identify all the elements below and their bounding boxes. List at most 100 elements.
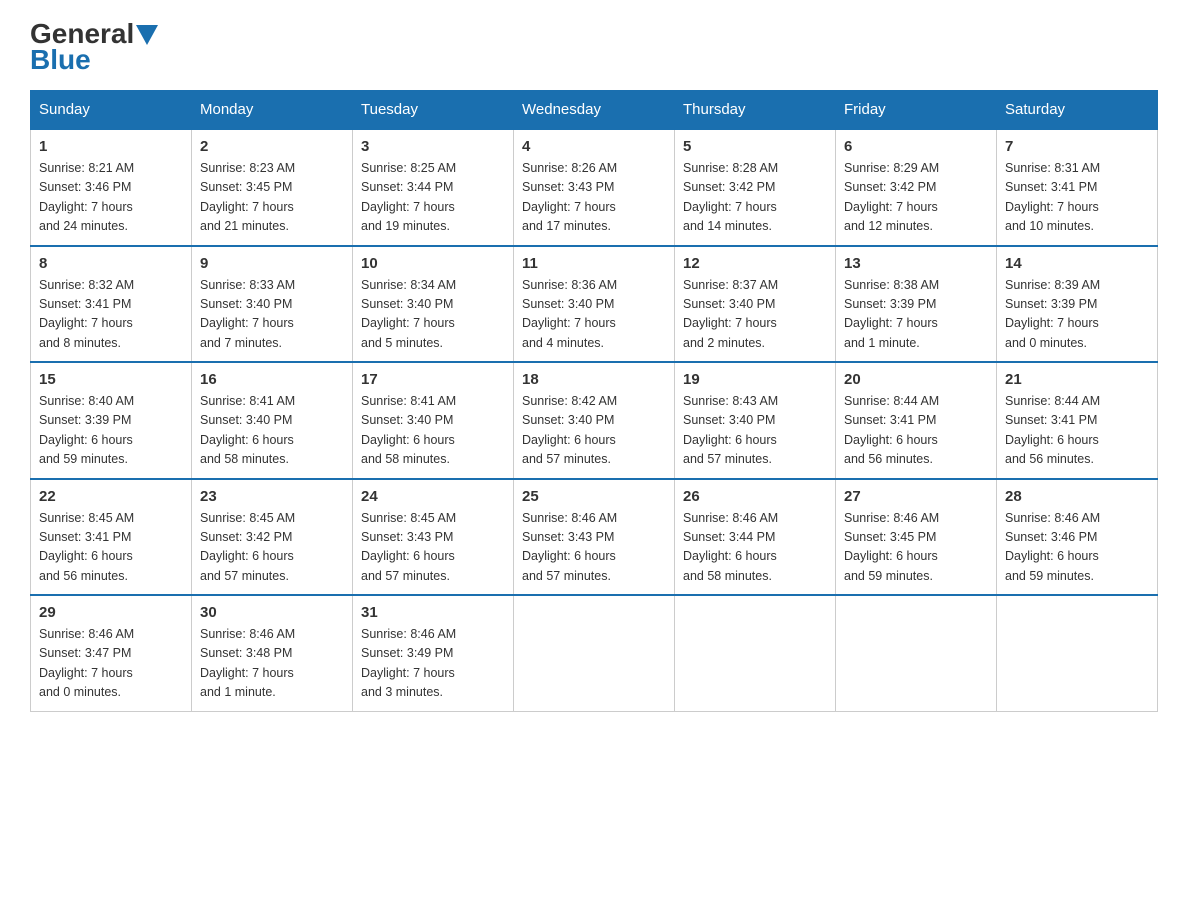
day-info: Sunrise: 8:45 AM Sunset: 3:42 PM Dayligh… [200, 509, 344, 587]
header-sunday: Sunday [31, 91, 192, 130]
header-wednesday: Wednesday [514, 91, 675, 130]
calendar-week-row: 29 Sunrise: 8:46 AM Sunset: 3:47 PM Dayl… [31, 595, 1158, 711]
calendar-week-row: 22 Sunrise: 8:45 AM Sunset: 3:41 PM Dayl… [31, 479, 1158, 596]
day-number: 14 [1005, 255, 1149, 272]
calendar-cell: 2 Sunrise: 8:23 AM Sunset: 3:45 PM Dayli… [192, 129, 353, 246]
day-info: Sunrise: 8:29 AM Sunset: 3:42 PM Dayligh… [844, 159, 988, 237]
logo-text-blue: Blue [30, 46, 91, 74]
calendar-cell: 21 Sunrise: 8:44 AM Sunset: 3:41 PM Dayl… [997, 362, 1158, 479]
day-info: Sunrise: 8:25 AM Sunset: 3:44 PM Dayligh… [361, 159, 505, 237]
header-saturday: Saturday [997, 91, 1158, 130]
day-info: Sunrise: 8:46 AM Sunset: 3:47 PM Dayligh… [39, 625, 183, 703]
day-number: 31 [361, 604, 505, 621]
calendar-cell [836, 595, 997, 711]
calendar-cell: 8 Sunrise: 8:32 AM Sunset: 3:41 PM Dayli… [31, 246, 192, 363]
calendar-cell: 3 Sunrise: 8:25 AM Sunset: 3:44 PM Dayli… [353, 129, 514, 246]
day-info: Sunrise: 8:44 AM Sunset: 3:41 PM Dayligh… [1005, 392, 1149, 470]
day-number: 3 [361, 138, 505, 155]
day-number: 11 [522, 255, 666, 272]
day-number: 17 [361, 371, 505, 388]
calendar-cell: 27 Sunrise: 8:46 AM Sunset: 3:45 PM Dayl… [836, 479, 997, 596]
day-number: 10 [361, 255, 505, 272]
calendar-cell: 30 Sunrise: 8:46 AM Sunset: 3:48 PM Dayl… [192, 595, 353, 711]
calendar-cell: 4 Sunrise: 8:26 AM Sunset: 3:43 PM Dayli… [514, 129, 675, 246]
calendar-cell: 10 Sunrise: 8:34 AM Sunset: 3:40 PM Dayl… [353, 246, 514, 363]
day-info: Sunrise: 8:46 AM Sunset: 3:45 PM Dayligh… [844, 509, 988, 587]
day-info: Sunrise: 8:39 AM Sunset: 3:39 PM Dayligh… [1005, 276, 1149, 354]
day-number: 2 [200, 138, 344, 155]
day-number: 26 [683, 488, 827, 505]
calendar-cell: 24 Sunrise: 8:45 AM Sunset: 3:43 PM Dayl… [353, 479, 514, 596]
day-info: Sunrise: 8:41 AM Sunset: 3:40 PM Dayligh… [361, 392, 505, 470]
calendar-cell: 20 Sunrise: 8:44 AM Sunset: 3:41 PM Dayl… [836, 362, 997, 479]
day-number: 1 [39, 138, 183, 155]
calendar-cell [514, 595, 675, 711]
day-info: Sunrise: 8:38 AM Sunset: 3:39 PM Dayligh… [844, 276, 988, 354]
calendar-cell: 9 Sunrise: 8:33 AM Sunset: 3:40 PM Dayli… [192, 246, 353, 363]
calendar-cell: 31 Sunrise: 8:46 AM Sunset: 3:49 PM Dayl… [353, 595, 514, 711]
header-thursday: Thursday [675, 91, 836, 130]
day-number: 21 [1005, 371, 1149, 388]
day-number: 5 [683, 138, 827, 155]
logo: General Blue [30, 20, 158, 74]
day-number: 22 [39, 488, 183, 505]
calendar-week-row: 8 Sunrise: 8:32 AM Sunset: 3:41 PM Dayli… [31, 246, 1158, 363]
day-number: 16 [200, 371, 344, 388]
header-friday: Friday [836, 91, 997, 130]
day-info: Sunrise: 8:46 AM Sunset: 3:48 PM Dayligh… [200, 625, 344, 703]
day-info: Sunrise: 8:45 AM Sunset: 3:43 PM Dayligh… [361, 509, 505, 587]
day-number: 30 [200, 604, 344, 621]
calendar-cell: 25 Sunrise: 8:46 AM Sunset: 3:43 PM Dayl… [514, 479, 675, 596]
day-info: Sunrise: 8:21 AM Sunset: 3:46 PM Dayligh… [39, 159, 183, 237]
calendar-cell: 15 Sunrise: 8:40 AM Sunset: 3:39 PM Dayl… [31, 362, 192, 479]
header-monday: Monday [192, 91, 353, 130]
header-tuesday: Tuesday [353, 91, 514, 130]
day-number: 23 [200, 488, 344, 505]
day-number: 4 [522, 138, 666, 155]
page-header: General Blue [30, 20, 1158, 74]
day-info: Sunrise: 8:37 AM Sunset: 3:40 PM Dayligh… [683, 276, 827, 354]
day-number: 7 [1005, 138, 1149, 155]
calendar-cell: 16 Sunrise: 8:41 AM Sunset: 3:40 PM Dayl… [192, 362, 353, 479]
day-number: 8 [39, 255, 183, 272]
day-number: 20 [844, 371, 988, 388]
calendar-cell: 19 Sunrise: 8:43 AM Sunset: 3:40 PM Dayl… [675, 362, 836, 479]
day-info: Sunrise: 8:46 AM Sunset: 3:46 PM Dayligh… [1005, 509, 1149, 587]
calendar-cell [675, 595, 836, 711]
calendar-cell: 5 Sunrise: 8:28 AM Sunset: 3:42 PM Dayli… [675, 129, 836, 246]
day-info: Sunrise: 8:31 AM Sunset: 3:41 PM Dayligh… [1005, 159, 1149, 237]
calendar-cell: 1 Sunrise: 8:21 AM Sunset: 3:46 PM Dayli… [31, 129, 192, 246]
day-info: Sunrise: 8:23 AM Sunset: 3:45 PM Dayligh… [200, 159, 344, 237]
calendar-week-row: 15 Sunrise: 8:40 AM Sunset: 3:39 PM Dayl… [31, 362, 1158, 479]
day-number: 19 [683, 371, 827, 388]
day-number: 6 [844, 138, 988, 155]
calendar-cell: 22 Sunrise: 8:45 AM Sunset: 3:41 PM Dayl… [31, 479, 192, 596]
calendar-table: SundayMondayTuesdayWednesdayThursdayFrid… [30, 90, 1158, 712]
day-number: 15 [39, 371, 183, 388]
day-info: Sunrise: 8:36 AM Sunset: 3:40 PM Dayligh… [522, 276, 666, 354]
day-number: 24 [361, 488, 505, 505]
logo-triangle-icon [136, 25, 158, 45]
calendar-cell: 17 Sunrise: 8:41 AM Sunset: 3:40 PM Dayl… [353, 362, 514, 479]
day-info: Sunrise: 8:32 AM Sunset: 3:41 PM Dayligh… [39, 276, 183, 354]
calendar-cell: 13 Sunrise: 8:38 AM Sunset: 3:39 PM Dayl… [836, 246, 997, 363]
day-info: Sunrise: 8:41 AM Sunset: 3:40 PM Dayligh… [200, 392, 344, 470]
calendar-header-row: SundayMondayTuesdayWednesdayThursdayFrid… [31, 91, 1158, 130]
calendar-cell: 12 Sunrise: 8:37 AM Sunset: 3:40 PM Dayl… [675, 246, 836, 363]
day-info: Sunrise: 8:46 AM Sunset: 3:43 PM Dayligh… [522, 509, 666, 587]
calendar-week-row: 1 Sunrise: 8:21 AM Sunset: 3:46 PM Dayli… [31, 129, 1158, 246]
day-info: Sunrise: 8:44 AM Sunset: 3:41 PM Dayligh… [844, 392, 988, 470]
calendar-cell: 23 Sunrise: 8:45 AM Sunset: 3:42 PM Dayl… [192, 479, 353, 596]
day-info: Sunrise: 8:40 AM Sunset: 3:39 PM Dayligh… [39, 392, 183, 470]
calendar-cell: 14 Sunrise: 8:39 AM Sunset: 3:39 PM Dayl… [997, 246, 1158, 363]
calendar-cell: 18 Sunrise: 8:42 AM Sunset: 3:40 PM Dayl… [514, 362, 675, 479]
day-info: Sunrise: 8:45 AM Sunset: 3:41 PM Dayligh… [39, 509, 183, 587]
day-number: 27 [844, 488, 988, 505]
day-info: Sunrise: 8:43 AM Sunset: 3:40 PM Dayligh… [683, 392, 827, 470]
day-info: Sunrise: 8:34 AM Sunset: 3:40 PM Dayligh… [361, 276, 505, 354]
day-number: 28 [1005, 488, 1149, 505]
day-number: 25 [522, 488, 666, 505]
day-info: Sunrise: 8:46 AM Sunset: 3:49 PM Dayligh… [361, 625, 505, 703]
day-number: 12 [683, 255, 827, 272]
day-number: 13 [844, 255, 988, 272]
